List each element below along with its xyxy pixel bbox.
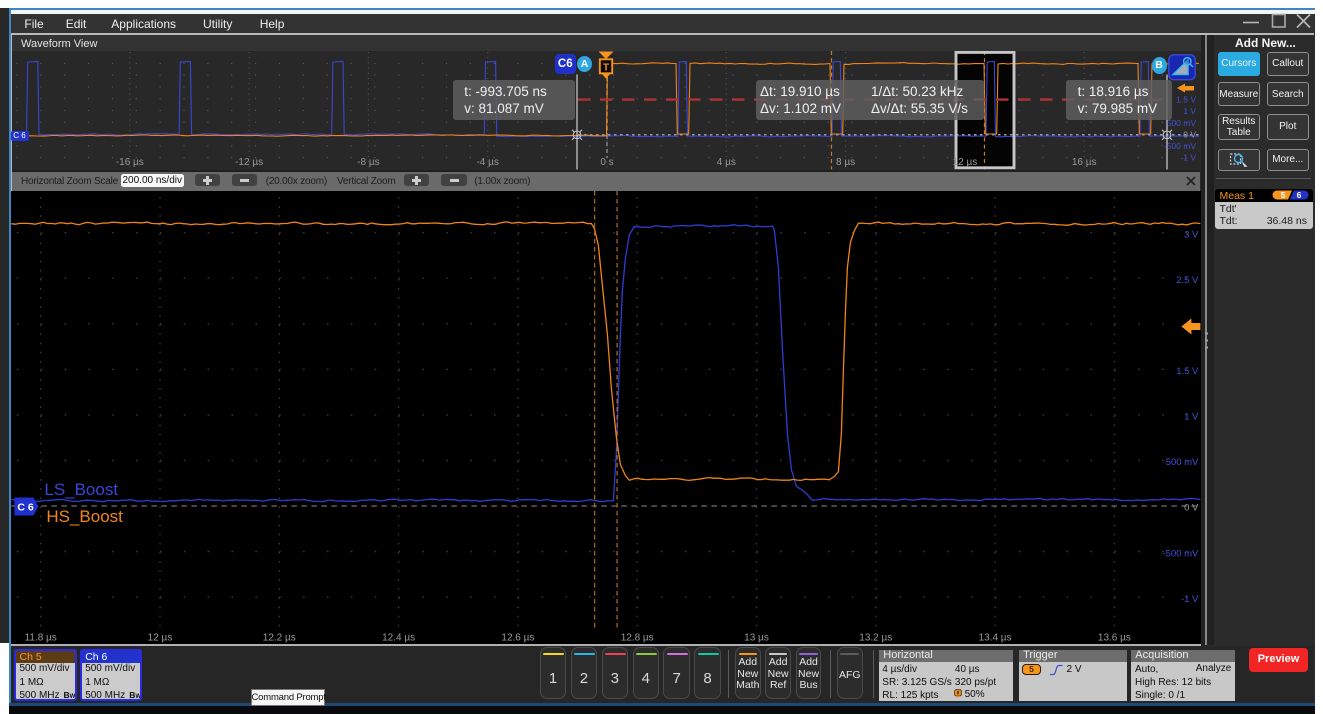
- svg-text:12.8 µs: 12.8 µs: [620, 632, 653, 643]
- svg-text:0 V: 0 V: [1184, 502, 1199, 513]
- svg-text:1 V: 1 V: [1184, 411, 1199, 422]
- svg-text:-1 V: -1 V: [1180, 153, 1196, 163]
- svg-text:11.8 µs: 11.8 µs: [24, 632, 56, 643]
- svg-text:-12 µs: -12 µs: [235, 157, 263, 168]
- svg-text:-8 µs: -8 µs: [357, 157, 379, 168]
- svg-text:4 µs: 4 µs: [717, 157, 736, 168]
- svg-text:LS_Boost: LS_Boost: [44, 479, 118, 498]
- svg-text:13.6 µs: 13.6 µs: [1098, 632, 1131, 643]
- svg-text:12.4 µs: 12.4 µs: [382, 632, 415, 643]
- svg-text:-16 µs: -16 µs: [116, 157, 144, 168]
- svg-text:5: 5: [1281, 190, 1286, 200]
- svg-text:12 µs: 12 µs: [147, 632, 172, 643]
- svg-text:16 µs: 16 µs: [1072, 157, 1097, 168]
- svg-text:12.2 µs: 12.2 µs: [262, 632, 295, 643]
- svg-text:-500 mV: -500 mV: [1162, 548, 1199, 559]
- svg-text:HS_Boost: HS_Boost: [46, 506, 123, 525]
- svg-text:1.5 V: 1.5 V: [1176, 95, 1196, 105]
- svg-text:C 6: C 6: [17, 502, 33, 513]
- svg-text:12 µs: 12 µs: [953, 157, 978, 168]
- svg-text:-4 µs: -4 µs: [476, 157, 498, 168]
- svg-text:8 µs: 8 µs: [836, 157, 855, 168]
- svg-text:T: T: [603, 62, 609, 73]
- svg-text:13 µs: 13 µs: [744, 632, 769, 643]
- svg-text:0 s: 0 s: [600, 157, 613, 168]
- svg-text:3 V: 3 V: [1184, 229, 1199, 240]
- svg-text:1.5 V: 1.5 V: [1176, 366, 1199, 377]
- svg-text:500 mV: 500 mV: [1167, 118, 1197, 128]
- svg-text:-1 V: -1 V: [1181, 593, 1199, 604]
- svg-text:500 mV: 500 mV: [1165, 457, 1198, 468]
- svg-text:12.6 µs: 12.6 µs: [501, 632, 534, 643]
- svg-text:-500 mV: -500 mV: [1164, 141, 1196, 151]
- svg-text:13.4 µs: 13.4 µs: [978, 632, 1011, 643]
- svg-text:6: 6: [1297, 190, 1302, 200]
- svg-text:13.2 µs: 13.2 µs: [859, 632, 892, 643]
- svg-text:0 V: 0 V: [1183, 129, 1196, 139]
- svg-text:2.5 V: 2.5 V: [1176, 274, 1199, 285]
- svg-text:1 V: 1 V: [1183, 106, 1196, 116]
